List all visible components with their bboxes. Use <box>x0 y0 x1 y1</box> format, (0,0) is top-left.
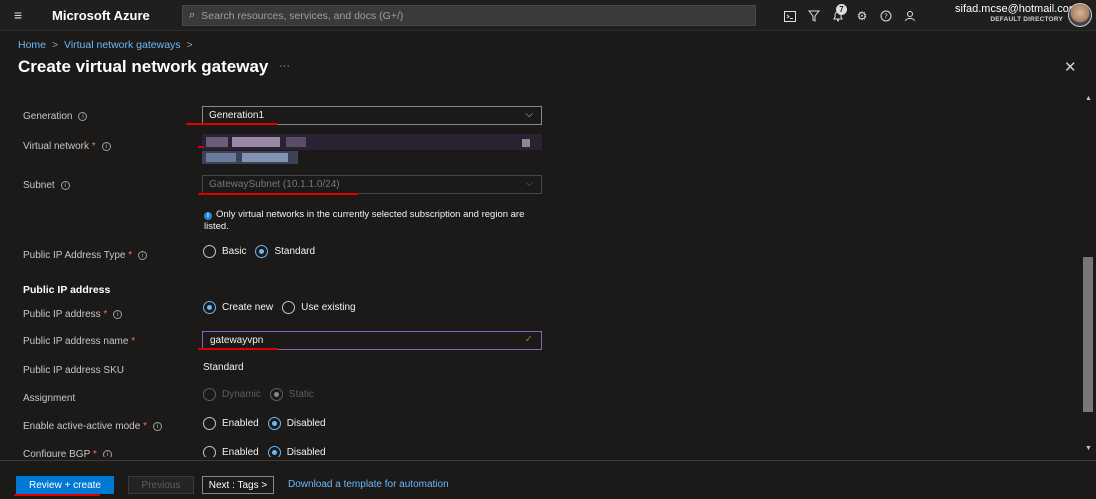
info-icon[interactable]: i <box>78 112 88 121</box>
virtual-network-label: Virtual network * i <box>23 141 111 152</box>
info-icon[interactable]: i <box>138 251 148 260</box>
radio-bgp-disabled-label[interactable]: Disabled <box>287 447 326 457</box>
annotation-underline <box>198 193 358 195</box>
public-ip-section-title: Public IP address <box>23 284 111 296</box>
scroll-up-arrow-icon[interactable]: ▲ <box>1085 95 1092 102</box>
more-options-icon[interactable]: ··· <box>279 60 290 72</box>
assignment-radio-group: Dynamic Static <box>203 388 323 401</box>
radio-active-disabled[interactable] <box>267 417 281 430</box>
public-ip-sku-value: Standard <box>203 362 244 373</box>
svg-text:?: ? <box>884 13 888 21</box>
radio-basic-label[interactable]: Basic <box>222 246 246 257</box>
subnet-info-note: i Only virtual networks in the currently … <box>204 209 525 232</box>
subnet-select[interactable]: GatewaySubnet (10.1.1.0/24) ⌵ <box>202 175 542 194</box>
directory-filter-icon[interactable] <box>802 6 826 26</box>
configure-bgp-label: Configure BGP * i <box>23 449 112 457</box>
scrollbar-thumb[interactable] <box>1083 257 1093 412</box>
notifications-icon[interactable]: 7 <box>826 4 850 26</box>
radio-create-new-label[interactable]: Create new <box>222 302 273 313</box>
breadcrumb-virtual-network-gateways[interactable]: Virtual network gateways <box>64 39 181 51</box>
radio-use-existing-label[interactable]: Use existing <box>301 302 355 313</box>
hamburger-icon[interactable]: ≡ <box>0 0 36 31</box>
public-ip-name-label: Public IP address name * <box>23 336 136 347</box>
public-ip-sku-label: Public IP address SKU <box>23 365 124 376</box>
active-active-label: Enable active-active mode * i <box>23 421 162 432</box>
valid-check-icon: ✓ <box>524 334 533 345</box>
chevron-down-icon: ⌵ <box>525 178 533 189</box>
top-bar-icons: 7 ⚙ ? <box>778 4 922 26</box>
help-icon[interactable]: ? <box>874 6 898 26</box>
radio-use-existing[interactable] <box>282 301 296 314</box>
radio-bgp-enabled-label[interactable]: Enabled <box>222 447 259 457</box>
configure-bgp-radio-group: Enabled Disabled <box>203 446 335 457</box>
account-directory: DEFAULT DIRECTORY <box>990 16 1063 23</box>
account-email: sifad.mcse@hotmail.com <box>955 3 1079 15</box>
radio-active-disabled-label[interactable]: Disabled <box>287 418 326 429</box>
info-icon: i <box>204 212 212 220</box>
public-ip-address-radio-group: Create new Use existing <box>203 301 365 314</box>
radio-basic[interactable] <box>203 245 216 258</box>
info-icon[interactable]: i <box>60 181 70 190</box>
chevron-down-icon: ⌵ <box>525 109 533 120</box>
annotation-underline <box>186 123 278 125</box>
radio-static[interactable] <box>269 388 283 401</box>
settings-icon[interactable]: ⚙ <box>850 6 874 26</box>
assignment-label: Assignment <box>23 393 76 404</box>
info-icon[interactable]: i <box>152 422 162 431</box>
close-icon[interactable]: ✕ <box>1064 58 1077 76</box>
radio-bgp-enabled[interactable] <box>203 446 216 457</box>
breadcrumb-separator: > <box>186 39 193 51</box>
breadcrumb-home[interactable]: Home <box>18 39 46 51</box>
page-title: Create virtual network gateway <box>18 57 269 76</box>
review-create-button[interactable]: Review + create <box>16 476 114 494</box>
radio-static-label[interactable]: Static <box>289 389 314 400</box>
form-content: Generation i Generation1 ⌵ Virtual networ… <box>0 90 1080 457</box>
search-placeholder: Search resources, services, and docs (G+… <box>201 9 404 22</box>
download-template-link[interactable]: Download a template for automation <box>288 479 449 490</box>
active-active-radio-group: Enabled Disabled <box>203 417 335 430</box>
radio-standard[interactable] <box>255 245 269 258</box>
footer-bar: Review + create Previous Next : Tags > D… <box>0 460 1096 499</box>
public-ip-type-label: Public IP Address Type * i <box>23 250 148 261</box>
generation-label: Generation i <box>23 111 88 122</box>
vertical-scrollbar[interactable]: ▲ ▼ <box>1081 90 1096 457</box>
scroll-down-arrow-icon[interactable]: ▼ <box>1085 445 1092 452</box>
subnet-label: Subnet i <box>23 180 70 191</box>
radio-standard-label[interactable]: Standard <box>274 246 315 257</box>
info-icon[interactable]: i <box>101 142 111 151</box>
search-icon: ⌕ <box>189 9 196 21</box>
global-search-input[interactable]: ⌕ Search resources, services, and docs (… <box>182 5 756 26</box>
avatar[interactable] <box>1068 3 1092 27</box>
virtual-network-select-redacted[interactable] <box>202 134 542 166</box>
radio-create-new[interactable] <box>203 301 216 314</box>
brand-name[interactable]: Microsoft Azure <box>52 8 176 23</box>
notification-count-badge: 7 <box>836 4 847 15</box>
next-tags-button[interactable]: Next : Tags > <box>202 476 274 494</box>
info-icon[interactable]: i <box>102 450 112 457</box>
breadcrumb-separator: > <box>51 39 59 51</box>
radio-active-enabled[interactable] <box>203 417 216 430</box>
public-ip-address-label: Public IP address * i <box>23 309 123 320</box>
radio-active-enabled-label[interactable]: Enabled <box>222 418 259 429</box>
previous-button[interactable]: Previous <box>128 476 194 494</box>
cloud-shell-icon[interactable] <box>778 6 802 26</box>
radio-bgp-disabled[interactable] <box>267 446 281 457</box>
radio-dynamic[interactable] <box>203 388 216 401</box>
account-menu[interactable]: sifad.mcse@hotmail.com DEFAULT DIRECTORY <box>955 3 1079 23</box>
feedback-icon[interactable] <box>898 6 922 26</box>
annotation-underline <box>14 494 100 496</box>
info-icon[interactable]: i <box>113 310 123 319</box>
annotation-mark <box>198 146 204 148</box>
annotation-underline <box>198 348 278 350</box>
public-ip-type-radio-group: Basic Standard <box>203 245 324 258</box>
breadcrumb: Home > Virtual network gateways > <box>18 39 196 51</box>
radio-dynamic-label[interactable]: Dynamic <box>222 389 261 400</box>
